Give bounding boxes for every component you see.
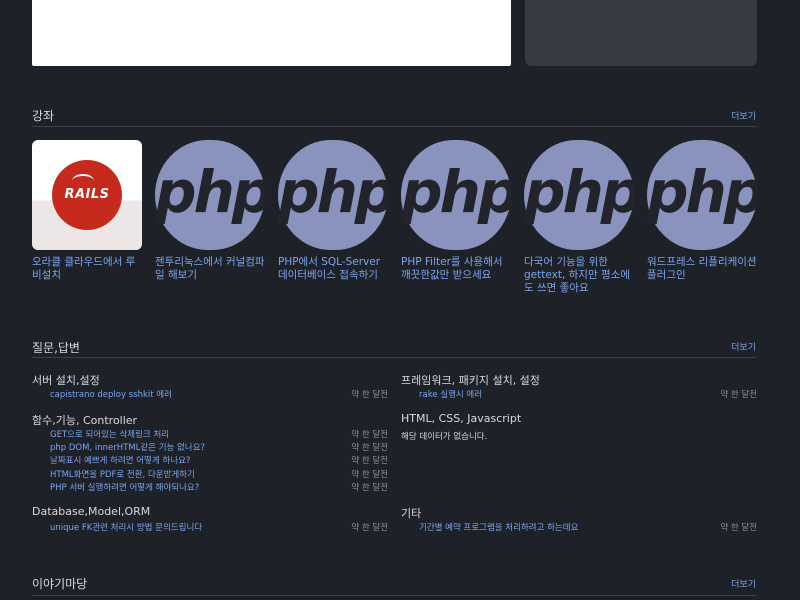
php-thumbnail[interactable]: php <box>278 140 388 250</box>
course-card[interactable]: RAILS 오라클 클라우드에서 루비설치 <box>32 140 142 282</box>
course-title[interactable]: 워드프레스 리플리케이션 플러그인 <box>647 256 757 282</box>
course-card[interactable]: php 워드프레스 리플리케이션 플러그인 <box>647 140 757 282</box>
course-title[interactable]: PHP Filter를 사용해서 깨끗한값만 받으세요 <box>401 256 511 282</box>
course-card[interactable]: php 젠투리눅스에서 커널컴파일 해보기 <box>155 140 265 282</box>
question-link[interactable]: rake 실행시 에러 <box>419 390 482 400</box>
question-link[interactable]: HTML화면을 PDF로 전환, 다운받게하기 <box>50 470 195 480</box>
category-title: 프레임워크, 패키지 설치, 설정 <box>401 374 540 387</box>
question-row: GET으로 되어있는 삭제링크 처리 약 한 달전 <box>50 429 388 442</box>
story-section-title: 이야기마당 <box>32 577 88 591</box>
course-title[interactable]: 다국어 기능을 위한 gettext, 하지만 평소에도 쓰면 좋아요 <box>524 256 634 295</box>
course-card[interactable]: php PHP에서 SQL-Server 데이터베이스 접속하기 <box>278 140 388 282</box>
course-card[interactable]: php PHP Filter를 사용해서 깨끗한값만 받으세요 <box>401 140 511 282</box>
category-title: 기타 <box>401 507 422 520</box>
php-thumbnail[interactable]: php <box>401 140 511 250</box>
category-title: 함수,기능, Controller <box>32 414 138 427</box>
php-thumbnail[interactable]: php <box>155 140 265 250</box>
question-time: 약 한 달전 <box>351 470 388 480</box>
question-time: 약 한 달전 <box>351 390 388 400</box>
question-link[interactable]: PHP 서버 실행하려면 어떻게 해야되나요? <box>50 483 199 493</box>
courses-more-link[interactable]: 더보기 <box>731 109 756 122</box>
question-link[interactable]: 기간별 예약 프로그램을 처리하려고 하는데요 <box>419 523 578 533</box>
question-row: PHP 서버 실행하려면 어떻게 해야되나요? 약 한 달전 <box>50 482 388 495</box>
question-time: 약 한 달전 <box>351 430 388 440</box>
question-time: 약 한 달전 <box>720 390 757 400</box>
question-time: 약 한 달전 <box>351 443 388 453</box>
php-thumbnail[interactable]: php <box>647 140 757 250</box>
question-time: 약 한 달전 <box>351 456 388 466</box>
rails-thumbnail[interactable]: RAILS <box>32 140 142 250</box>
category-title: 서버 설치,설정 <box>32 374 100 387</box>
top-content-panel <box>32 0 511 66</box>
question-row: php DOM, innerHTML같은 기능 없나요? 약 한 달전 <box>50 442 388 455</box>
category-title: HTML, CSS, Javascript <box>401 412 522 425</box>
question-row: rake 실행시 에러 약 한 달전 <box>419 389 757 402</box>
course-card[interactable]: php 다국어 기능을 위한 gettext, 하지만 평소에도 쓰면 좋아요 <box>524 140 634 295</box>
courses-section-title: 강좌 <box>32 109 55 123</box>
qa-section-title: 질문,답변 <box>32 341 80 355</box>
qa-divider <box>32 357 757 358</box>
course-title[interactable]: 오라클 클라우드에서 루비설치 <box>32 256 142 282</box>
rails-logo-icon: RAILS <box>52 160 122 230</box>
question-row: HTML화면을 PDF로 전환, 다운받게하기 약 한 달전 <box>50 469 388 482</box>
question-row: 날짜표시 예쁘게 하려면 어떻게 하나요? 약 한 달전 <box>50 455 388 468</box>
question-link[interactable]: unique FK관련 처리시 방법 문의드립니다 <box>50 523 202 533</box>
question-time: 약 한 달전 <box>720 523 757 533</box>
story-divider <box>32 595 757 596</box>
question-row: 기간별 예약 프로그램을 처리하려고 하는데요 약 한 달전 <box>419 522 757 535</box>
question-link[interactable]: php DOM, innerHTML같은 기능 없나요? <box>50 443 205 453</box>
question-link[interactable]: GET으로 되어있는 삭제링크 처리 <box>50 430 169 440</box>
question-time: 약 한 달전 <box>351 523 388 533</box>
course-title[interactable]: PHP에서 SQL-Server 데이터베이스 접속하기 <box>278 256 388 282</box>
no-data-message: 해당 데이터가 없습니다. <box>401 432 488 442</box>
course-title[interactable]: 젠투리눅스에서 커널컴파일 해보기 <box>155 256 265 282</box>
php-thumbnail[interactable]: php <box>524 140 634 250</box>
category-title: Database,Model,ORM <box>32 505 151 518</box>
question-row: unique FK관련 처리시 방법 문의드립니다 약 한 달전 <box>50 522 388 535</box>
question-row: capistrano deploy sshkit 에러 약 한 달전 <box>50 389 388 402</box>
top-side-panel <box>525 0 757 66</box>
question-link[interactable]: capistrano deploy sshkit 에러 <box>50 390 172 400</box>
question-time: 약 한 달전 <box>351 483 388 493</box>
qa-more-link[interactable]: 더보기 <box>731 340 756 353</box>
courses-divider <box>32 126 757 127</box>
story-more-link[interactable]: 더보기 <box>731 577 756 590</box>
question-link[interactable]: 날짜표시 예쁘게 하려면 어떻게 하나요? <box>50 456 190 466</box>
